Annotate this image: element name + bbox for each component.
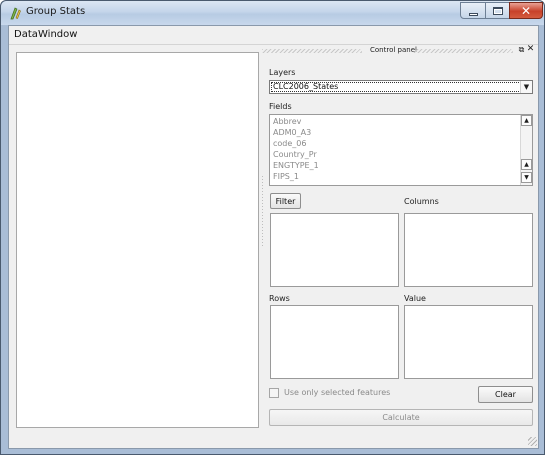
- app-window: Group Stats ✕ Data Window Control panel …: [0, 0, 545, 455]
- list-item[interactable]: code_06: [273, 139, 306, 148]
- value-label: Value: [404, 294, 426, 303]
- close-icon: ✕: [520, 3, 532, 18]
- client-area: Data Window Control panel ⧉ ✕ Layers CLC…: [8, 25, 539, 449]
- chevron-down-icon[interactable]: ▼: [520, 81, 532, 93]
- minimize-button[interactable]: [460, 2, 486, 19]
- clear-button[interactable]: Clear: [478, 386, 533, 403]
- dock-grip-left: [262, 49, 362, 53]
- scroll-down-icon[interactable]: ▼: [521, 172, 532, 183]
- maximize-button[interactable]: [485, 2, 510, 19]
- menu-bar: Data Window: [9, 26, 538, 43]
- app-logo-icon: [10, 7, 21, 20]
- scroll-up-icon[interactable]: ▲: [521, 159, 532, 170]
- list-item[interactable]: FIPS_1: [273, 172, 299, 181]
- results-view[interactable]: [16, 52, 259, 428]
- value-drop-zone[interactable]: [404, 305, 533, 379]
- layers-combobox[interactable]: CLC2006_States ▼: [269, 80, 533, 94]
- selected-only-checkbox[interactable]: [269, 388, 279, 398]
- rows-label: Rows: [269, 294, 290, 303]
- dock-grip-right: [413, 49, 513, 53]
- title-bar[interactable]: Group Stats ✕: [1, 1, 544, 25]
- minimize-icon: [468, 12, 478, 16]
- dock-float-icon[interactable]: ⧉: [517, 45, 526, 54]
- list-item[interactable]: ENGTYPE_1: [273, 161, 319, 170]
- window-title: Group Stats: [26, 6, 86, 17]
- selected-only-label: Use only selected features: [284, 388, 391, 397]
- dock-close-icon[interactable]: ✕: [526, 45, 535, 54]
- columns-label: Columns: [404, 197, 439, 206]
- filter-button[interactable]: Filter: [270, 193, 301, 209]
- fields-label: Fields: [269, 102, 292, 111]
- list-item[interactable]: ADM0_A3: [273, 128, 311, 137]
- calculate-button[interactable]: Calculate: [269, 409, 533, 426]
- menu-window[interactable]: Window: [38, 29, 77, 40]
- dock-title-bar[interactable]: Control panel ⧉ ✕: [262, 45, 535, 56]
- resize-grip-icon[interactable]: [528, 437, 537, 446]
- dock-title: Control panel: [370, 46, 417, 54]
- close-button[interactable]: ✕: [509, 2, 543, 19]
- scroll-up-icon[interactable]: ▲: [521, 115, 532, 126]
- layers-label: Layers: [269, 68, 296, 77]
- columns-drop-zone[interactable]: [404, 213, 533, 287]
- fields-scrollbar[interactable]: ▲ ▲ ▼: [520, 115, 532, 185]
- menu-data[interactable]: Data: [14, 29, 38, 40]
- maximize-icon: [492, 6, 503, 15]
- dock-splitter[interactable]: [262, 176, 263, 246]
- list-item[interactable]: Abbrev: [273, 117, 301, 126]
- filter-drop-zone[interactable]: [270, 213, 399, 287]
- fields-list[interactable]: Abbrev ADM0_A3 code_06 Country_Pr ENGTYP…: [269, 114, 533, 186]
- menu-separator: [9, 44, 538, 45]
- list-item[interactable]: Country_Pr: [273, 150, 317, 159]
- rows-drop-zone[interactable]: [270, 305, 399, 379]
- layers-selected-value: CLC2006_States: [273, 82, 339, 91]
